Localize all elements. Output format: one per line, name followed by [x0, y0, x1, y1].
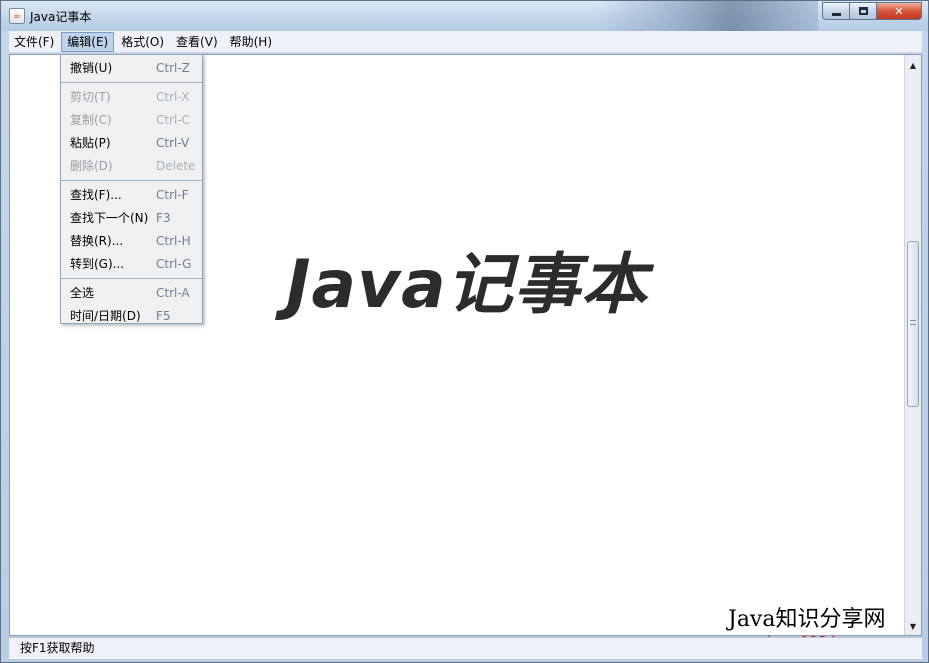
- menu-item-shortcut: F5: [156, 309, 171, 323]
- menu-item-label: 替换(R)...: [70, 234, 124, 248]
- menu-item-label: 查找下一个(N): [70, 211, 149, 225]
- menu-item-label: 剪切(T): [70, 90, 111, 104]
- menu-item-time-date[interactable]: 时间/日期(D) F5: [61, 305, 202, 328]
- menu-item-label: 删除(D): [70, 159, 113, 173]
- menu-file[interactable]: 文件(F): [9, 32, 59, 52]
- menu-item-goto[interactable]: 转到(G)... Ctrl-G: [61, 253, 202, 276]
- minimize-icon: [831, 12, 841, 16]
- menu-item-find-next[interactable]: 查找下一个(N) F3: [61, 207, 202, 230]
- close-button[interactable]: ✕: [876, 2, 922, 20]
- menu-item-delete[interactable]: 删除(D) Delete: [61, 155, 202, 178]
- edit-menu-dropdown: 撤销(U) Ctrl-Z 剪切(T) Ctrl-X 复制(C) Ctrl-C 粘…: [60, 54, 203, 324]
- title-bar[interactable]: ☕ Java记事本 ✕: [1, 1, 928, 31]
- scrollbar-grip-icon: [910, 320, 916, 325]
- watermark-site-name: Java知识分享网: [728, 607, 886, 632]
- title-bar-decoration: [598, 1, 818, 31]
- app-window: ☕ Java记事本 ✕ 文件(F) 编辑(E) 格式(O) 查看(V) 帮助(H…: [0, 0, 929, 663]
- menu-bar: 文件(F) 编辑(E) 格式(O) 查看(V) 帮助(H): [9, 31, 922, 53]
- menu-item-shortcut: Delete: [156, 159, 196, 173]
- window-controls: ✕: [822, 2, 922, 20]
- menu-item-undo[interactable]: 撤销(U) Ctrl-Z: [61, 57, 202, 80]
- menu-item-label: 转到(G)...: [70, 257, 125, 271]
- close-icon: ✕: [894, 4, 904, 18]
- menu-item-copy[interactable]: 复制(C) Ctrl-C: [61, 109, 202, 132]
- menu-item-select-all[interactable]: 全选 Ctrl-A: [61, 282, 202, 305]
- menu-item-shortcut: Ctrl-Z: [156, 61, 190, 75]
- menu-format[interactable]: 格式(O): [116, 32, 169, 52]
- scroll-up-arrow-icon[interactable]: ▲: [905, 57, 921, 73]
- menu-item-label: 时间/日期(D): [70, 309, 141, 323]
- menu-item-cut[interactable]: 剪切(T) Ctrl-X: [61, 86, 202, 109]
- java-cup-icon[interactable]: ☕: [9, 8, 25, 24]
- maximize-icon: [858, 7, 868, 15]
- menu-item-shortcut: Ctrl-F: [156, 188, 189, 202]
- menu-item-label: 复制(C): [70, 113, 112, 127]
- menu-item-shortcut: Ctrl-A: [156, 286, 190, 300]
- maximize-button[interactable]: [849, 2, 876, 20]
- menu-item-label: 全选: [70, 286, 95, 300]
- menu-item-label: 粘贴(P): [70, 136, 111, 150]
- editor-content-text: Java记事本: [286, 246, 648, 323]
- menu-item-shortcut: Ctrl-X: [156, 90, 190, 104]
- status-text: 按F1获取帮助: [20, 641, 95, 655]
- menu-item-shortcut: Ctrl-H: [156, 234, 191, 248]
- menu-item-shortcut: Ctrl-V: [156, 136, 190, 150]
- menu-item-label: 查找(F)...: [70, 188, 122, 202]
- menu-item-label: 撤销(U): [70, 61, 113, 75]
- menu-edit[interactable]: 编辑(E): [61, 31, 115, 52]
- minimize-button[interactable]: [822, 2, 849, 20]
- menu-view[interactable]: 查看(V): [171, 32, 223, 52]
- menu-item-shortcut: Ctrl-C: [156, 113, 191, 127]
- status-bar: 按F1获取帮助: [9, 637, 922, 659]
- menu-item-shortcut: Ctrl-G: [156, 257, 192, 271]
- menu-help[interactable]: 帮助(H): [225, 32, 277, 52]
- window-title: Java记事本: [30, 10, 92, 24]
- menu-item-replace[interactable]: 替换(R)... Ctrl-H: [61, 230, 202, 253]
- menu-item-paste[interactable]: 粘贴(P) Ctrl-V: [61, 132, 202, 155]
- menu-item-shortcut: F3: [156, 211, 171, 225]
- menu-item-find[interactable]: 查找(F)... Ctrl-F: [61, 184, 202, 207]
- vertical-scrollbar[interactable]: ▲ ▼: [904, 55, 921, 635]
- scrollbar-thumb[interactable]: [907, 241, 919, 407]
